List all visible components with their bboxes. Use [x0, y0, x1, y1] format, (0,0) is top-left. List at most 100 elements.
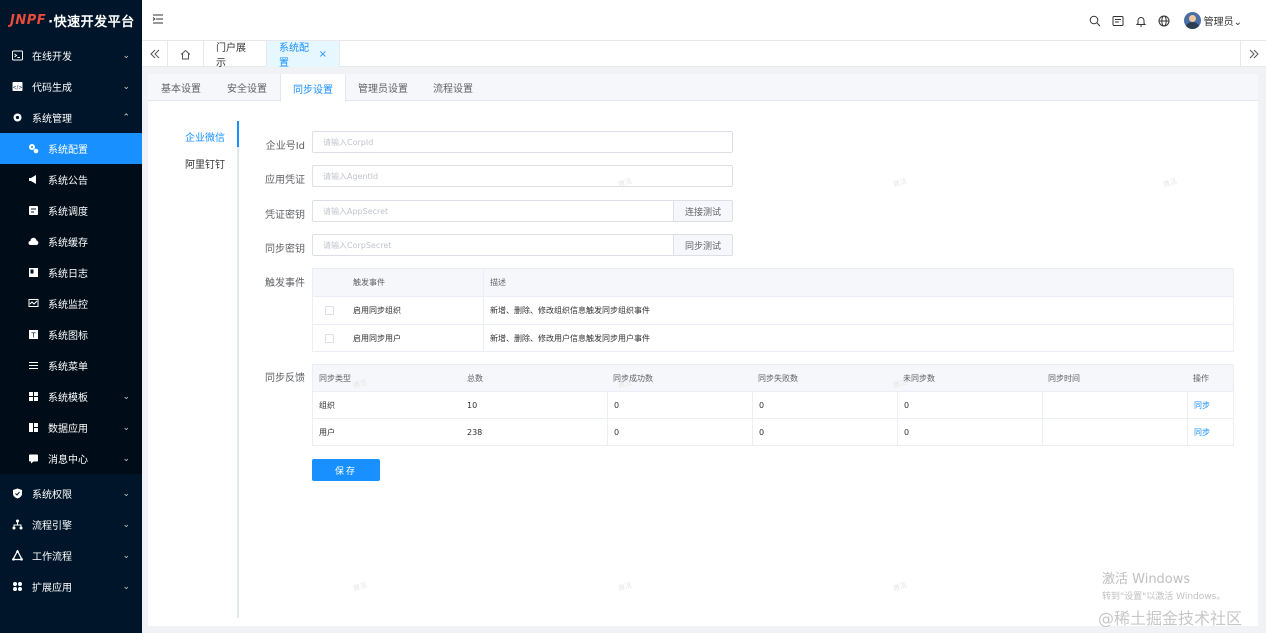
col-header: 总数 [467, 373, 483, 383]
chevron-down-icon: ⌄ [122, 581, 130, 592]
cell-time [1042, 419, 1187, 446]
tab-flow[interactable]: 流程设置 [420, 74, 486, 101]
sidebar-item-sub_items-0[interactable]: 系统配置 [0, 133, 142, 164]
sync-link-label[interactable]: 同步 [1194, 427, 1210, 438]
top-header: 管理员⌄ [142, 0, 1266, 41]
sidebar-item-code-gen[interactable]: </> 代码生成 ⌄ [0, 71, 142, 102]
cell-total: 10 [467, 400, 478, 410]
settings-card: 基本设置 安全设置 同步设置 管理员设置 流程设置 企业微信 阿里钉钉 企业号I… [148, 74, 1258, 626]
sidebar-item-bottom_items-3[interactable]: 扩展应用 ⌄ [0, 571, 142, 602]
chevron-down-icon: ⌄ [122, 391, 130, 402]
sidebar-item-sub_items-3[interactable]: 系统缓存 [0, 226, 142, 257]
apps-icon [12, 581, 23, 592]
tab-basic[interactable]: 基本设置 [148, 74, 214, 101]
template-icon [28, 391, 39, 402]
watermark: 激活 [617, 581, 633, 593]
sidebar-item-label: 系统权限 [32, 490, 72, 501]
close-icon[interactable]: × [319, 49, 327, 60]
app-secret-input[interactable]: 请输入AppSecret [312, 200, 674, 222]
checkbox-sync-org[interactable] [319, 297, 347, 324]
sidebar-item-label: 系统缓存 [48, 238, 88, 249]
connect-test-button[interactable]: 连接测试 [674, 200, 733, 222]
watermark: 激活 [617, 177, 633, 189]
agent-id-input[interactable]: 请输入AgentId [312, 165, 733, 187]
col-header: 同步时间 [1048, 373, 1080, 383]
sidebar-item-label: 系统公告 [48, 176, 88, 187]
gears-icon [28, 143, 39, 154]
chevron-down-icon: ⌄ [122, 81, 130, 92]
tab-sync[interactable]: 同步设置 [280, 74, 346, 102]
watermark: 激活 [892, 177, 908, 189]
sidebar-item-online-dev[interactable]: 在线开发 ⌄ [0, 40, 142, 71]
sync-link-label[interactable]: 同步 [1194, 400, 1210, 411]
tab-system-config[interactable]: 系统配置 × [267, 41, 340, 69]
globe-icon[interactable] [1157, 14, 1171, 28]
col-header: 同步失败数 [758, 373, 798, 383]
checkbox-box[interactable] [325, 306, 334, 315]
cell-fail: 0 [752, 392, 897, 418]
tabs-scroll-right-icon[interactable] [1240, 41, 1266, 67]
sidebar-item-bottom_items-0[interactable]: 系统权限 ⌄ [0, 478, 142, 509]
sidebar-item-sub_items-6[interactable]: T 系统图标 [0, 319, 142, 350]
sidebar-item-sub_items-8[interactable]: 系统模板 ⌄ [0, 381, 142, 412]
cell-time [1042, 392, 1187, 418]
tab-portal[interactable]: 门户展示 [204, 41, 267, 69]
cell-event: 启用同步组织 [353, 306, 401, 315]
header-actions: 管理员⌄ [1088, 0, 1266, 41]
vtab-wecom[interactable]: 企业微信 [185, 129, 225, 144]
menu-fold-icon[interactable] [152, 13, 166, 27]
sidebar-item-label: 扩展应用 [32, 583, 72, 594]
vtab-dingtalk[interactable]: 阿里钉钉 [185, 156, 225, 171]
windows-activation-notice: 激活 Windows 转到"设置"以激活 Windows。 [1102, 568, 1225, 602]
corp-id-input[interactable]: 请输入CorpId [312, 131, 733, 153]
search-icon[interactable] [1088, 14, 1102, 28]
sync-link[interactable]: 同步 [1187, 419, 1233, 446]
sidebar-item-bottom_items-2[interactable]: 工作流程 ⌄ [0, 540, 142, 571]
cell-pending: 0 [897, 392, 1042, 418]
sidebar-item-label: 系统菜单 [48, 362, 88, 373]
tabs-scroll-left-icon[interactable] [142, 41, 168, 67]
chevron-down-icon: ⌄ [122, 453, 130, 464]
col-header: 触发事件 [353, 278, 385, 287]
watermark: 激活 [1162, 177, 1178, 189]
checkbox-box[interactable] [325, 334, 334, 343]
cell-event: 启用同步用户 [353, 334, 401, 343]
cell-success: 0 [607, 419, 752, 446]
agent-id-label: 应用凭证 [265, 175, 305, 186]
corp-secret-input[interactable]: 请输入CorpSecret [312, 234, 674, 256]
activation-title: 激活 Windows [1102, 572, 1191, 587]
tab-admin[interactable]: 管理员设置 [346, 74, 420, 101]
home-icon[interactable] [168, 41, 204, 67]
feedback-table: 同步类型 总数 同步成功数 同步失败数 未同步数 同步时间 操作 组织 10 0… [312, 364, 1234, 446]
tab-security[interactable]: 安全设置 [214, 74, 280, 101]
sidebar-item-sub_items-4[interactable]: 系统日志 [0, 257, 142, 288]
save-button[interactable]: 保存 [312, 459, 380, 481]
avatar[interactable] [1183, 12, 1201, 29]
data-icon [28, 422, 39, 433]
cell-type: 组织 [319, 400, 335, 410]
sidebar-item-sub_items-10[interactable]: 消息中心 ⌄ [0, 443, 142, 474]
sidebar-item-system-mgmt[interactable]: 系统管理 ⌃ [0, 102, 142, 133]
app-logo[interactable]: JNPF ·快速开发平台 [0, 0, 142, 40]
sidebar-item-sub_items-1[interactable]: 系统公告 [0, 164, 142, 195]
corp-id-label: 企业号Id [265, 141, 305, 152]
sidebar-item-sub_items-5[interactable]: 系统监控 [0, 288, 142, 319]
sidebar-item-label: 流程引擎 [32, 521, 72, 532]
sidebar-item-bottom_items-1[interactable]: 流程引擎 ⌄ [0, 509, 142, 540]
sidebar-item-sub_items-7[interactable]: 系统菜单 [0, 350, 142, 381]
message-icon[interactable] [1111, 14, 1125, 28]
sidebar-item-sub_items-2[interactable]: 系统调度 [0, 195, 142, 226]
sidebar-item-label: 系统模板 [48, 393, 88, 404]
sidebar-item-sub_items-9[interactable]: 数据应用 ⌄ [0, 412, 142, 443]
schedule-icon [28, 205, 39, 216]
table-row: 启用同步组织 新增、删除、修改组织信息触发同步组织事件 [313, 297, 1233, 325]
table-row: 启用同步用户 新增、删除、修改用户信息触发同步用户事件 [313, 325, 1233, 352]
bell-icon[interactable] [1134, 14, 1148, 28]
sync-test-button[interactable]: 同步测试 [674, 234, 733, 256]
checkbox-sync-user[interactable] [319, 325, 347, 352]
user-menu[interactable]: 管理员⌄ [1204, 13, 1242, 28]
icon-icon: T [28, 329, 39, 340]
sidebar-item-label: 在线开发 [32, 52, 72, 63]
logo-mark: JNPF [10, 12, 47, 28]
sync-link[interactable]: 同步 [1187, 392, 1233, 418]
